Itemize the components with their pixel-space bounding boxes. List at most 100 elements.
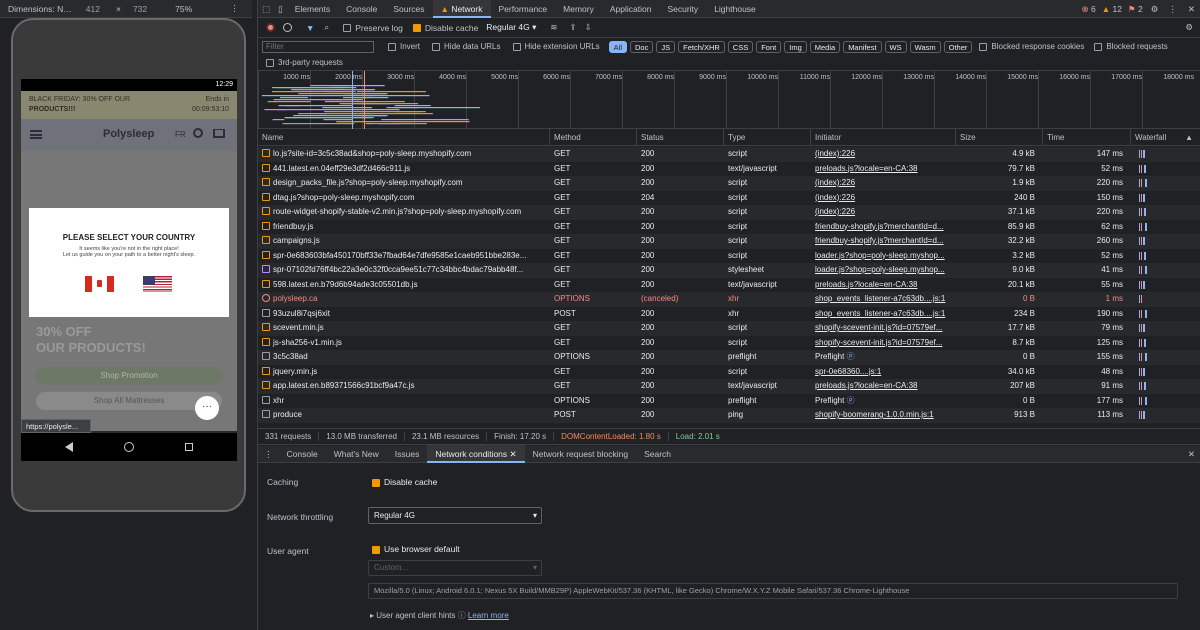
request-row[interactable]: spr-0e683603bfa450170bff33e7fbad64e7dfe9… <box>258 249 1200 264</box>
chat-widget-button[interactable]: ··· <box>195 396 219 420</box>
blocked-requests-checkbox[interactable] <box>1094 42 1103 51</box>
request-row[interactable]: route-widget-shopify-stable-v2.min.js?sh… <box>258 205 1200 220</box>
use-browser-default[interactable]: Use browser default <box>372 544 460 554</box>
filter-chip-other[interactable]: Other <box>943 40 973 53</box>
warning-count-badge[interactable]: ▲ 12 <box>1099 0 1125 18</box>
network-overview-timeline[interactable]: 1000 ms 2000 ms 3000 ms 4000 ms 5000 ms 6000 … <box>258 71 1200 129</box>
close-drawer-icon[interactable]: ✕ <box>1182 445 1200 463</box>
blocked-cookies-checkbox[interactable] <box>979 42 988 51</box>
throttling-select[interactable]: Regular 4G ▾ <box>368 507 542 524</box>
request-row[interactable]: produce POST 200 ping shopify-boomerang-1.0.… <box>258 408 1200 423</box>
drawer-tab-network-conditions[interactable]: Network conditions ✕ <box>427 445 525 463</box>
cell-initiator[interactable]: shopify-scevent-init.js?id=07579ef... <box>811 321 956 336</box>
cell-initiator[interactable]: shop_events_listener-a7c63db....js:1 <box>811 292 956 307</box>
nav-back-icon[interactable] <box>65 442 73 452</box>
cell-initiator[interactable]: (index):226 <box>811 191 956 206</box>
cell-initiator[interactable]: shopify-scevent-init.js?id=07579ef... <box>811 336 956 351</box>
filter-chip-wasm[interactable]: Wasm <box>909 40 941 53</box>
col-size[interactable]: Size <box>956 129 1043 146</box>
search-icon[interactable] <box>193 128 203 138</box>
network-settings-icon[interactable]: ⚙ <box>1185 22 1193 33</box>
language-switch[interactable]: FR <box>175 130 186 139</box>
canada-flag-icon[interactable] <box>85 276 114 292</box>
preflight-icon[interactable]: ⓟ <box>844 396 855 405</box>
filter-chip-doc[interactable]: Doc <box>630 40 654 53</box>
request-row[interactable]: app.latest.en.b89371566c91bcf9a47c.js GET… <box>258 379 1200 394</box>
cell-initiator[interactable]: Preflight ⓟ <box>811 394 956 409</box>
error-count-badge[interactable]: ⊗ 6 <box>1079 0 1099 18</box>
filter-chip-manifest[interactable]: Manifest <box>843 40 882 53</box>
col-initiator[interactable]: Initiator <box>811 129 956 146</box>
cell-initiator[interactable]: spr-0e68360....js:1 <box>811 365 956 380</box>
request-row[interactable]: 3c5c38ad OPTIONS 200 preflight Preflight ⓟ 0 … <box>258 350 1200 365</box>
col-waterfall[interactable]: Waterfall ▲ <box>1131 129 1200 146</box>
brand-logo[interactable]: Polysleep <box>103 128 154 140</box>
request-row[interactable]: jquery.min.js GET 200 script spr-0e68360....… <box>258 365 1200 380</box>
cart-icon[interactable] <box>213 129 225 138</box>
hide-ext-urls-checkbox[interactable] <box>512 42 521 51</box>
shop-promotion-button[interactable]: Shop Promotion <box>36 367 222 385</box>
request-row[interactable]: 598.latest.en.b79d6b94ade3c05501db.js GET… <box>258 278 1200 293</box>
cell-initiator[interactable]: preloads.js?locale=en-CA:38 <box>811 278 956 293</box>
tab-application[interactable]: Application <box>602 0 660 18</box>
cell-initiator[interactable]: shop_events_listener-a7c63db....js:1 <box>811 307 956 322</box>
drawer-tab-console[interactable]: Console <box>279 445 326 463</box>
ua-client-hints[interactable]: ▸ User agent client hints ⓘ Learn more <box>370 610 509 621</box>
filter-funnel-icon[interactable]: ▼ <box>306 23 314 33</box>
usa-flag-icon[interactable] <box>143 276 172 292</box>
drawer-tab-issues[interactable]: Issues <box>387 445 428 463</box>
request-row[interactable]: campaigns.js GET 200 script friendbuy-shopif… <box>258 234 1200 249</box>
tab-memory[interactable]: Memory <box>555 0 602 18</box>
col-name[interactable]: Name <box>258 129 550 146</box>
filter-chip-fetchxhr[interactable]: Fetch/XHR <box>678 40 725 53</box>
request-row[interactable]: xhr OPTIONS 200 preflight Preflight ⓟ 0 B 177 … <box>258 394 1200 409</box>
filter-chip-css[interactable]: CSS <box>727 40 754 53</box>
hamburger-icon[interactable] <box>30 130 42 139</box>
issues-count-badge[interactable]: ⚑ 2 <box>1125 0 1146 18</box>
settings-gear-icon[interactable]: ⚙ <box>1146 0 1164 18</box>
cell-initiator[interactable]: (index):226 <box>811 147 956 162</box>
cell-initiator[interactable]: friendbuy-shopify.js?merchantId=d... <box>811 220 956 235</box>
cell-initiator[interactable]: Preflight ⓟ <box>811 350 956 365</box>
tab-network[interactable]: ▲ Network <box>432 0 491 18</box>
filter-chip-font[interactable]: Font <box>756 40 782 53</box>
request-row[interactable]: design_packs_file.js?shop=poly-sleep.mys… <box>258 176 1200 191</box>
cell-initiator[interactable]: shopify-boomerang-1.0.0.min.js:1 <box>811 408 956 423</box>
cell-initiator[interactable]: loader.js?shop=poly-sleep.myshop... <box>811 249 956 264</box>
device-toggle-icon[interactable]: ▯ <box>274 0 287 18</box>
search-icon[interactable]: ⌕ <box>324 22 329 33</box>
request-row[interactable]: friendbuy.js GET 200 script friendbuy-shopif… <box>258 220 1200 235</box>
export-har-icon[interactable]: ⇩ <box>585 22 592 33</box>
request-row[interactable]: polysleep.ca OPTIONS (canceled) xhr shop_eve… <box>258 292 1200 307</box>
zoom-select[interactable]: 75% <box>175 4 192 14</box>
request-row[interactable]: scevent.min.js GET 200 script shopify-sceven… <box>258 321 1200 336</box>
drawer-tab-search[interactable]: Search <box>636 445 679 463</box>
col-type[interactable]: Type <box>724 129 811 146</box>
record-icon[interactable] <box>266 23 275 32</box>
preflight-icon[interactable]: ⓟ <box>844 352 855 361</box>
request-row[interactable]: dtag.js?shop=poly-sleep.myshopify.com GET… <box>258 191 1200 206</box>
tab-security[interactable]: Security <box>659 0 706 18</box>
tab-elements[interactable]: Elements <box>287 0 338 18</box>
use-default-checkbox[interactable] <box>372 545 380 554</box>
import-har-icon[interactable]: ⇪ <box>570 22 577 33</box>
drawer-disable-cache-checkbox[interactable] <box>372 478 380 487</box>
drawer-menu-icon[interactable]: ⋮ <box>258 445 279 463</box>
cell-initiator[interactable]: loader.js?shop=poly-sleep.myshop... <box>811 263 956 278</box>
preserve-log-checkbox[interactable] <box>343 23 352 32</box>
promo-banner[interactable]: BLACK FRIDAY: 30% OFF OUR PRODUCTS!!! En… <box>21 91 237 119</box>
disable-cache-checkbox[interactable] <box>412 23 421 32</box>
more-options-icon[interactable]: ⋮ <box>230 3 239 14</box>
cell-initiator[interactable]: (index):226 <box>811 176 956 191</box>
invert-checkbox[interactable] <box>388 42 396 51</box>
filter-input[interactable] <box>262 40 374 53</box>
col-status[interactable]: Status <box>637 129 724 146</box>
nav-recents-icon[interactable] <box>185 443 193 451</box>
nav-home-icon[interactable] <box>124 442 134 452</box>
drawer-tab-request-blocking[interactable]: Network request blocking <box>525 445 636 463</box>
cell-initiator[interactable]: (index):226 <box>811 205 956 220</box>
learn-more-link[interactable]: Learn more <box>468 611 509 620</box>
filter-chip-ws[interactable]: WS <box>884 40 907 53</box>
cell-initiator[interactable]: preloads.js?locale=en-CA:38 <box>811 379 956 394</box>
filter-chip-all[interactable]: All <box>608 40 627 53</box>
